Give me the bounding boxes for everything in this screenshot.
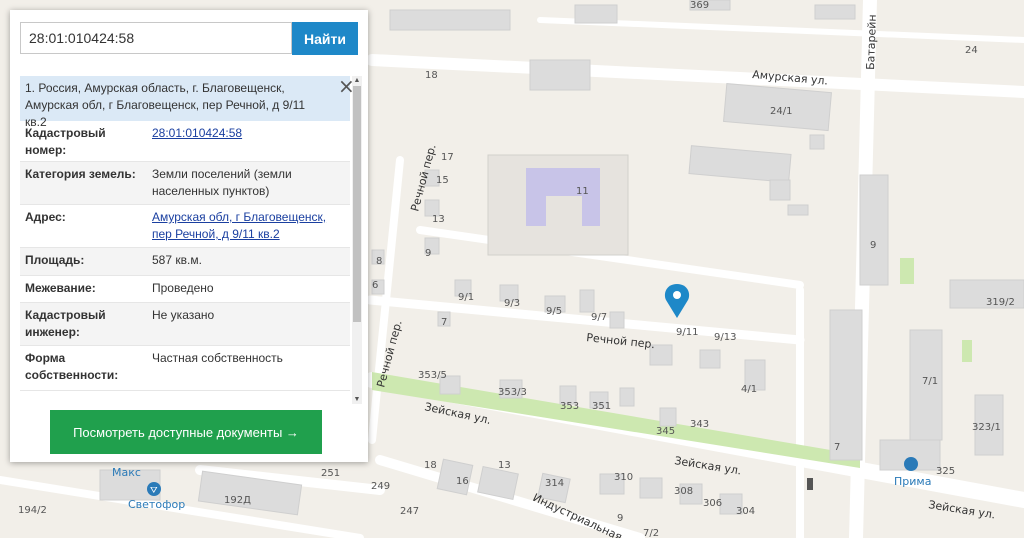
svg-text:Прима: Прима bbox=[894, 475, 931, 488]
info-value: Земли поселений (земли населенных пункто… bbox=[152, 167, 292, 198]
scroll-thumb[interactable] bbox=[353, 86, 361, 322]
house-number: 249 bbox=[371, 481, 390, 492]
cadastral-number-link[interactable]: 28:01:010424:58 bbox=[152, 126, 242, 140]
house-number: 194/2 bbox=[18, 505, 47, 516]
house-number: 4/1 bbox=[741, 384, 757, 395]
info-key: Межевание: bbox=[25, 281, 96, 295]
house-number: 9/7 bbox=[591, 312, 607, 323]
house-number: 308 bbox=[674, 486, 693, 497]
info-row-area: Площадь: 587 кв.м. bbox=[20, 248, 350, 276]
info-row-address: Адрес: Амурская обл, г Благовещенск, пер… bbox=[20, 205, 350, 248]
info-value: Амурская обл, г Благовещенск, пер Речной… bbox=[152, 209, 344, 243]
house-number: 7/1 bbox=[922, 376, 938, 387]
house-number: 314 bbox=[545, 478, 564, 489]
house-number: 7 bbox=[834, 442, 840, 453]
house-number: 6 bbox=[372, 280, 378, 291]
house-number: 15 bbox=[436, 175, 449, 186]
house-number: 9/5 bbox=[546, 306, 562, 317]
house-number: 9 bbox=[617, 513, 623, 524]
house-number: 17 bbox=[441, 152, 454, 163]
house-number: 24/1 bbox=[770, 106, 792, 117]
house-number: 319/2 bbox=[986, 297, 1015, 308]
house-number: 323/1 bbox=[972, 422, 1001, 433]
house-number: 310 bbox=[614, 472, 633, 483]
info-value: Частная собственность bbox=[152, 351, 283, 365]
poi-maks[interactable]: Макс bbox=[112, 466, 141, 479]
svg-text:⛛: ⛛ bbox=[150, 486, 158, 496]
house-number: 7 bbox=[441, 317, 447, 328]
view-documents-button[interactable]: Посмотреть доступные документы → bbox=[50, 410, 322, 454]
house-number: 247 bbox=[400, 506, 419, 517]
info-value: Проведено bbox=[152, 281, 214, 295]
svg-text:Светофор: Светофор bbox=[128, 498, 185, 511]
result-card: 1. Россия, Амурская область, г. Благовещ… bbox=[20, 76, 358, 402]
house-number: 7/2 bbox=[643, 528, 659, 538]
house-number: 13 bbox=[498, 460, 511, 471]
house-number: 351 bbox=[592, 401, 611, 412]
street-label-batareynaya: Батарейн bbox=[864, 14, 879, 70]
shop-icon bbox=[904, 457, 918, 471]
house-number: 353/3 bbox=[498, 387, 527, 398]
info-row-land-category: Категория земель: Земли поселений (земли… bbox=[20, 162, 350, 205]
info-key: Адрес: bbox=[25, 210, 66, 224]
info-key: Категория земель: bbox=[25, 167, 136, 181]
scroll-up-arrow-icon[interactable]: ▲ bbox=[352, 76, 362, 85]
info-value: 28:01:010424:58 bbox=[152, 125, 344, 142]
house-number: 353/5 bbox=[418, 370, 447, 381]
info-value: 587 кв.м. bbox=[152, 253, 202, 267]
school-building bbox=[487, 154, 629, 256]
house-number: 18 bbox=[424, 460, 437, 471]
house-number: 9/1 bbox=[458, 292, 474, 303]
house-number: 9/13 bbox=[714, 332, 736, 343]
house-number: 192Д bbox=[224, 495, 251, 506]
cadastral-search-input[interactable] bbox=[20, 22, 292, 54]
house-number: 369 bbox=[690, 0, 709, 11]
info-key: Площадь: bbox=[25, 253, 85, 267]
house-number: 24 bbox=[965, 45, 978, 56]
house-number: 9/11 bbox=[676, 327, 698, 338]
house-number: 8 bbox=[376, 256, 382, 267]
search-bar: Найти bbox=[20, 22, 358, 56]
info-row-survey: Межевание: Проведено bbox=[20, 276, 350, 303]
house-number: 18 bbox=[425, 70, 438, 81]
result-scrollbar[interactable]: ▲ ▼ bbox=[352, 76, 362, 404]
info-row-cadastral-number: Кадастровый номер: 28:01:010424:58 bbox=[20, 121, 350, 162]
house-number: 11 bbox=[576, 186, 589, 197]
house-number: 13 bbox=[432, 214, 445, 225]
house-number: 9/3 bbox=[504, 298, 520, 309]
house-number: 325 bbox=[936, 466, 955, 477]
info-key: Кадастровый инженер: bbox=[25, 308, 106, 339]
result-address-header[interactable]: 1. Россия, Амурская область, г. Благовещ… bbox=[20, 76, 350, 129]
cadastral-info-panel: Найти 1. Россия, Амурская область, г. Бл… bbox=[10, 10, 368, 462]
house-number: 353 bbox=[560, 401, 579, 412]
house-number: 9 bbox=[425, 248, 431, 259]
info-row-cadastral-engineer: Кадастровый инженер: Не указано bbox=[20, 303, 350, 346]
house-number: 16 bbox=[456, 476, 469, 487]
house-number: 345 bbox=[656, 426, 675, 437]
scroll-down-arrow-icon[interactable]: ▼ bbox=[352, 395, 362, 404]
house-number: 343 bbox=[690, 419, 709, 430]
search-button[interactable]: Найти bbox=[292, 22, 358, 55]
address-link[interactable]: Амурская обл, г Благовещенск, пер Речной… bbox=[152, 210, 326, 241]
house-number: 304 bbox=[736, 506, 755, 517]
house-number: 9 bbox=[870, 240, 876, 251]
traffic-light-icon bbox=[807, 478, 813, 490]
house-number: 251 bbox=[321, 468, 340, 479]
info-row-ownership: Форма собственности: Частная собственнос… bbox=[20, 346, 350, 391]
svg-text:Макс: Макс bbox=[112, 466, 141, 479]
info-key: Форма собственности: bbox=[25, 351, 119, 382]
info-key: Кадастровый номер: bbox=[25, 126, 106, 157]
info-value: Не указано bbox=[152, 308, 215, 322]
house-number: 306 bbox=[703, 498, 722, 509]
